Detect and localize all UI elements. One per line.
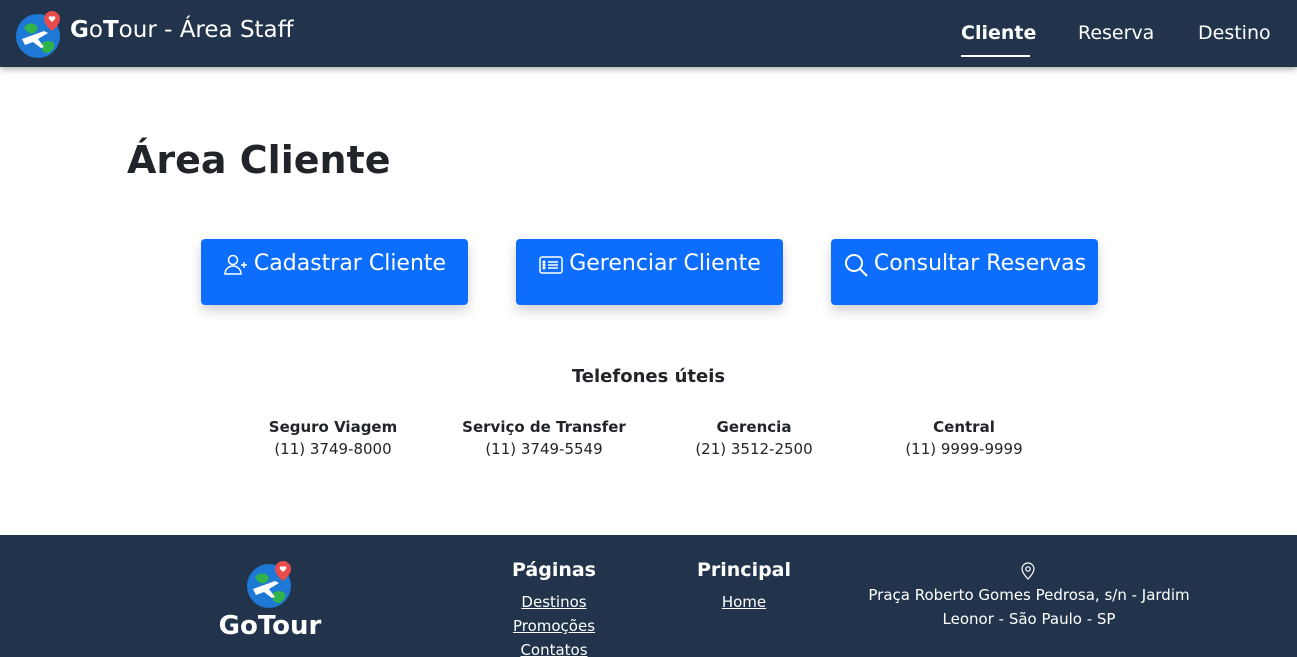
phone-number: (21) 3512-2500 <box>695 440 813 458</box>
person-plus-icon <box>224 254 247 275</box>
phone-label: Seguro Viagem <box>268 418 398 436</box>
nav-cliente[interactable]: Cliente <box>961 22 1036 44</box>
phones-section-title: Telefones úteis <box>571 366 726 387</box>
cadastrar-cliente-button[interactable]: Cadastrar Cliente <box>201 239 468 305</box>
footer-pages-column: Páginas Destinos Promoções Contatos <box>504 559 604 657</box>
phone-number: (11) 3749-8000 <box>274 440 392 458</box>
footer-link-destinos[interactable]: Destinos <box>504 590 604 614</box>
brand-link[interactable]: GoTour - Área Staff <box>14 9 294 59</box>
globe-airplane-heart-icon <box>16 11 60 58</box>
gerenciar-cliente-button[interactable]: Gerenciar Cliente <box>516 239 783 305</box>
phone-number: (11) 9999-9999 <box>905 440 1023 458</box>
consultar-reservas-label: Consultar Reservas <box>873 251 1087 276</box>
map-pin-icon <box>1021 562 1035 580</box>
phone-label: Gerencia <box>716 418 792 436</box>
nav-destino[interactable]: Destino <box>1198 22 1271 44</box>
phone-item: Serviço de Transfer (11) 3749-5549 <box>434 417 654 461</box>
nav-reserva[interactable]: Reserva <box>1078 22 1154 44</box>
brand-title: GoTour - Área Staff <box>70 17 294 43</box>
cadastrar-cliente-label: Cadastrar Cliente <box>253 251 447 276</box>
page-title: Área Cliente <box>127 138 391 182</box>
active-nav-indicator <box>961 55 1030 57</box>
phone-item: Gerencia (21) 3512-2500 <box>644 417 864 461</box>
footer-link-home[interactable]: Home <box>694 590 794 614</box>
phone-item: Central (11) 9999-9999 <box>854 417 1074 461</box>
globe-airplane-heart-icon <box>247 561 291 608</box>
footer-pages-title: Páginas <box>511 559 596 581</box>
top-navbar: GoTour - Área Staff Cliente Reserva Dest… <box>0 0 1297 67</box>
phone-number: (11) 3749-5549 <box>485 440 603 458</box>
phone-label: Serviço de Transfer <box>462 418 626 436</box>
gerenciar-cliente-label: Gerenciar Cliente <box>569 251 761 276</box>
phone-item: Seguro Viagem (11) 3749-8000 <box>223 417 443 461</box>
footer-main-column: Principal Home <box>694 559 794 614</box>
footer-link-contatos[interactable]: Contatos <box>504 638 604 657</box>
footer-brand: GoTour <box>218 611 322 641</box>
footer-address: Praça Roberto Gomes Pedrosa, s/n - Jardi… <box>868 586 1190 628</box>
footer-main-title: Principal <box>696 559 792 581</box>
search-icon <box>844 254 868 277</box>
footer-link-promocoes[interactable]: Promoções <box>504 614 604 638</box>
phone-label: Central <box>933 418 995 436</box>
card-list-icon <box>539 256 563 274</box>
consultar-reservas-button[interactable]: Consultar Reservas <box>831 239 1098 305</box>
